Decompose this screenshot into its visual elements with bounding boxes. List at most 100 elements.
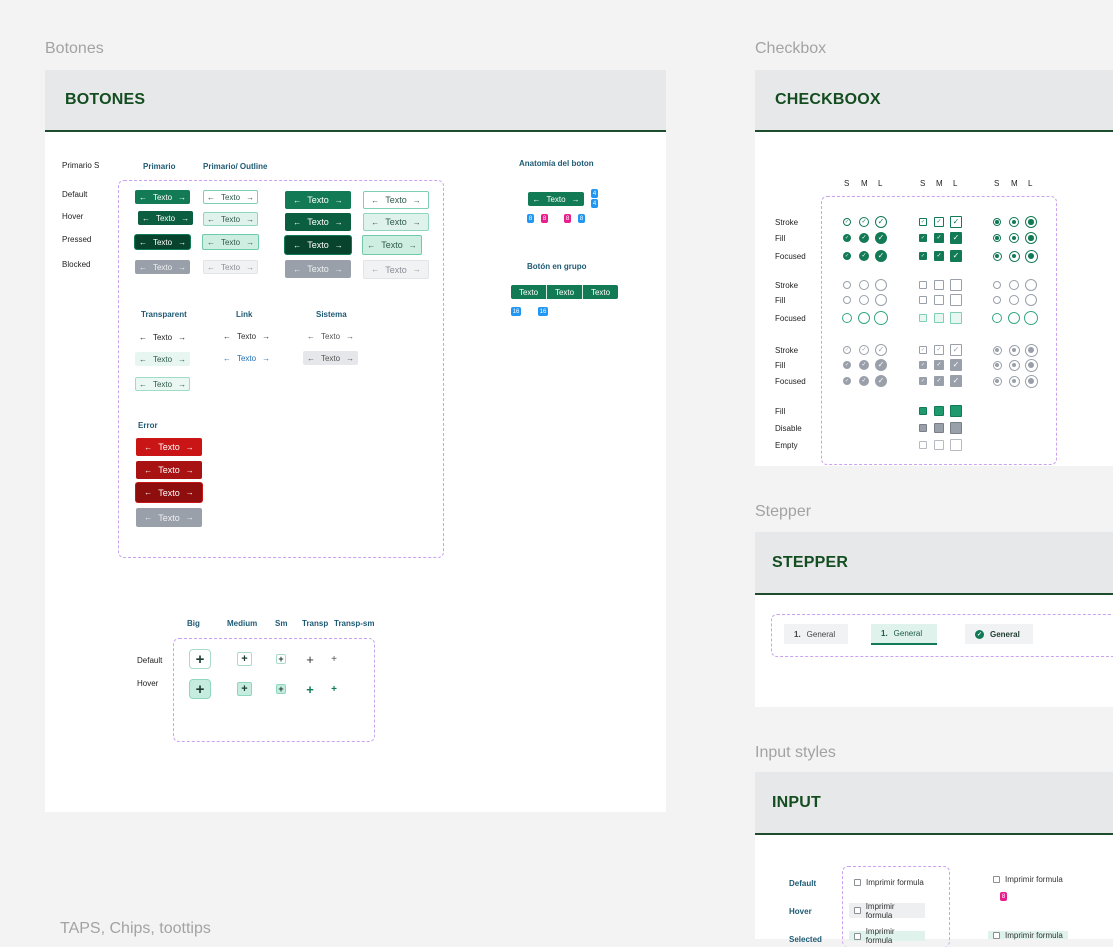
outline-m-hover-button[interactable]: ← Texto → bbox=[363, 213, 429, 231]
link-hover-button[interactable]: ← Texto → bbox=[219, 351, 274, 365]
radio-icon[interactable]: ✓ bbox=[859, 345, 869, 355]
radio-icon[interactable] bbox=[843, 281, 851, 289]
primary-m-blocked-button[interactable]: ← Texto → bbox=[285, 260, 351, 278]
radio-icon[interactable]: ✓ bbox=[875, 250, 887, 262]
checkbox-icon[interactable] bbox=[950, 405, 962, 417]
plus-big-default-button[interactable]: + bbox=[189, 649, 211, 669]
radio-icon[interactable]: ✓ bbox=[859, 376, 869, 386]
radio-icon[interactable] bbox=[1024, 343, 1038, 357]
checkbox-icon[interactable]: ✓ bbox=[950, 216, 962, 228]
checkbox-icon[interactable]: ✓ bbox=[919, 252, 927, 260]
radio-icon[interactable] bbox=[1008, 375, 1020, 387]
checkbox-icon[interactable] bbox=[919, 281, 927, 289]
outline-s-blocked-button[interactable]: ← Texto → bbox=[203, 260, 258, 274]
outline-m-blocked-button[interactable]: ← Texto → bbox=[363, 260, 429, 279]
primary-m-hover-button[interactable]: ← Texto → bbox=[285, 213, 351, 231]
error-default-button[interactable]: ← Texto → bbox=[136, 438, 202, 456]
primary-s-default-button[interactable]: ← Texto → bbox=[135, 190, 190, 204]
checkbox-icon[interactable] bbox=[934, 295, 944, 305]
plus-sm-default-button[interactable]: + bbox=[276, 654, 286, 664]
radio-icon[interactable] bbox=[1025, 279, 1037, 291]
radio-icon[interactable] bbox=[874, 311, 888, 325]
checkbox-icon[interactable] bbox=[950, 294, 962, 306]
checkbox-icon[interactable] bbox=[919, 424, 927, 432]
checkbox-icon[interactable] bbox=[950, 312, 962, 324]
plus-transp-sm-default-button[interactable]: + bbox=[329, 654, 339, 665]
radio-icon[interactable] bbox=[993, 296, 1001, 304]
outline-m-default-button[interactable]: ← Texto → bbox=[363, 191, 429, 209]
plus-transp-default-button[interactable]: + bbox=[304, 652, 316, 667]
outline-m-pressed-button[interactable]: ← Texto → bbox=[362, 235, 422, 255]
radio-icon[interactable]: ✓ bbox=[843, 361, 851, 369]
radio-icon[interactable]: ✓ bbox=[875, 232, 887, 244]
checkbox-icon[interactable] bbox=[950, 422, 962, 434]
radio-icon[interactable] bbox=[859, 280, 869, 290]
radio-icon[interactable] bbox=[858, 312, 870, 324]
radio-icon[interactable] bbox=[842, 313, 852, 323]
radio-icon[interactable]: ✓ bbox=[843, 252, 851, 260]
checkbox-icon[interactable]: ✓ bbox=[919, 346, 927, 354]
radio-icon[interactable] bbox=[1009, 280, 1019, 290]
radio-icon[interactable]: ✓ bbox=[843, 346, 851, 354]
checkbox-icon[interactable]: ✓ bbox=[950, 375, 962, 387]
group-button-3[interactable]: Texto bbox=[583, 285, 618, 299]
radio-icon[interactable] bbox=[875, 294, 887, 306]
primary-s-hover-button[interactable]: ← Texto → bbox=[138, 211, 193, 225]
primary-s-blocked-button[interactable]: ← Texto → bbox=[135, 260, 190, 274]
checkbox-icon[interactable]: ✓ bbox=[934, 360, 944, 370]
radio-icon[interactable]: ✓ bbox=[859, 233, 869, 243]
primary-m-pressed-button[interactable]: ← Texto → bbox=[285, 236, 351, 254]
plus-transp-sm-hover-button[interactable]: + bbox=[329, 684, 339, 695]
input-checkbox-default[interactable]: Imprimir formula bbox=[849, 875, 929, 890]
radio-icon[interactable] bbox=[1008, 359, 1020, 371]
input-checkbox-hover[interactable]: Imprimir formula bbox=[849, 902, 925, 920]
radio-icon[interactable] bbox=[1008, 312, 1020, 324]
plus-big-hover-button[interactable]: + bbox=[189, 679, 211, 699]
checkbox-icon[interactable]: ✓ bbox=[934, 217, 944, 227]
checkbox-icon[interactable]: ✓ bbox=[919, 377, 927, 385]
checkbox-icon[interactable]: ✓ bbox=[934, 345, 944, 355]
plus-medium-hover-button[interactable]: + bbox=[237, 682, 252, 696]
primary-m-default-button[interactable]: ← Texto → bbox=[285, 191, 351, 209]
checkbox-icon[interactable] bbox=[934, 280, 944, 290]
transparent-hover-button[interactable]: ← Texto → bbox=[135, 352, 190, 366]
group-button-1[interactable]: Texto bbox=[511, 285, 547, 299]
checkbox-icon[interactable] bbox=[919, 296, 927, 304]
checkbox-icon[interactable] bbox=[919, 314, 927, 322]
sistema-default-button[interactable]: ← Texto → bbox=[303, 329, 358, 343]
checkbox-icon[interactable]: ✓ bbox=[919, 218, 927, 226]
checkbox-icon[interactable]: ✓ bbox=[934, 376, 944, 386]
plus-transp-hover-button[interactable]: + bbox=[304, 682, 316, 697]
radio-icon[interactable] bbox=[875, 279, 887, 291]
radio-icon[interactable] bbox=[992, 345, 1002, 355]
checkbox-icon[interactable] bbox=[934, 313, 944, 323]
checkbox-icon[interactable] bbox=[934, 423, 944, 433]
outline-s-pressed-button[interactable]: ← Texto → bbox=[202, 234, 259, 250]
radio-icon[interactable] bbox=[859, 295, 869, 305]
checkbox-icon[interactable]: ✓ bbox=[950, 344, 962, 356]
radio-icon[interactable]: ✓ bbox=[843, 234, 851, 242]
checkbox-icon[interactable]: ✓ bbox=[950, 250, 962, 262]
radio-icon[interactable] bbox=[1024, 249, 1038, 263]
checkbox-icon[interactable] bbox=[919, 407, 927, 415]
radio-icon[interactable] bbox=[992, 251, 1002, 261]
radio-icon[interactable] bbox=[1025, 294, 1037, 306]
radio-icon[interactable]: ✓ bbox=[843, 377, 851, 385]
checkbox-icon[interactable]: ✓ bbox=[919, 234, 927, 242]
checkbox-icon[interactable]: ✓ bbox=[919, 361, 927, 369]
radio-icon[interactable]: ✓ bbox=[875, 344, 887, 356]
checkbox-icon[interactable] bbox=[934, 440, 944, 450]
checkbox-icon[interactable]: ✓ bbox=[950, 232, 962, 244]
checkbox-icon[interactable] bbox=[934, 406, 944, 416]
error-blocked-button[interactable]: ← Texto → bbox=[136, 508, 202, 527]
radio-icon[interactable] bbox=[992, 360, 1002, 370]
radio-icon[interactable]: ✓ bbox=[843, 218, 851, 226]
radio-icon[interactable] bbox=[992, 313, 1002, 323]
transparent-pressed-button[interactable]: ← Texto → bbox=[135, 377, 190, 391]
plus-medium-default-button[interactable]: + bbox=[237, 652, 252, 666]
radio-icon[interactable] bbox=[1008, 250, 1020, 262]
input-checkbox-selected[interactable]: Imprimir formula bbox=[849, 927, 925, 945]
checkbox-icon[interactable]: ✓ bbox=[934, 233, 944, 243]
group-button-2[interactable]: Texto bbox=[547, 285, 583, 299]
radio-icon[interactable] bbox=[992, 376, 1002, 386]
